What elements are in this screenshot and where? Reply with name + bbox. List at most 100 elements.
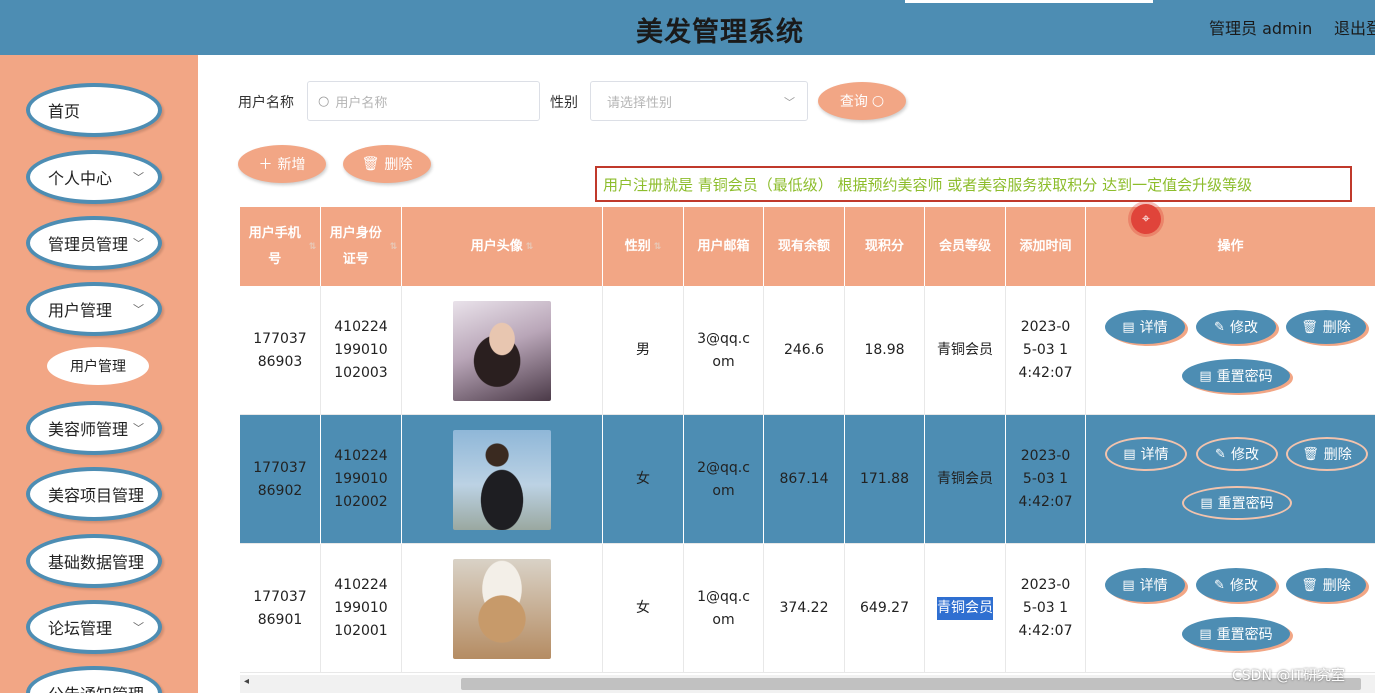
pencil-icon: ✎ (1214, 319, 1225, 335)
sidebar-item-label: 论坛管理 (48, 619, 113, 638)
chevron-down-icon: ﹀ (133, 237, 144, 250)
sidebar: 首页 个人中心 ﹀ 管理员管理 ﹀ 用户管理 ﹀ 用户管理 美容师管理 ﹀ 美容… (0, 55, 198, 693)
sidebar-item-label: 公告通知管理 (48, 681, 144, 693)
gender-select[interactable]: 请选择性别 ﹀ (590, 81, 808, 121)
cell-email: 2@qq.com (697, 459, 750, 499)
trash-icon: 🗑 (361, 156, 380, 172)
cell-id-card: 410224199010102002 (334, 448, 388, 510)
detail-button[interactable]: ▤ 详情 (1105, 568, 1185, 602)
cell-id-card: 410224199010102001 (334, 577, 388, 639)
delete-button[interactable]: 🗑 删除 (1286, 310, 1366, 344)
col-added[interactable]: 添加时间 (1006, 207, 1086, 286)
document-icon: ▤ (1199, 626, 1212, 642)
gender-label: 性别 (550, 95, 578, 111)
document-icon: ▤ (1200, 495, 1213, 511)
sidebar-item-notice[interactable]: 公告通知管理 (26, 666, 162, 693)
sidebar-item-beautician[interactable]: 美容师管理 ﹀ (26, 401, 162, 455)
header-strip (905, 0, 1153, 3)
name-search-input[interactable]: ○ 用户名称 (307, 81, 540, 121)
col-balance[interactable]: 现有余额 (764, 207, 845, 286)
cell-balance: 867.14 (779, 471, 829, 487)
delete-label: 删除 (384, 157, 413, 173)
avatar[interactable] (453, 558, 551, 659)
cell-points: 18.98 (864, 342, 905, 358)
name-placeholder: 用户名称 (335, 95, 388, 111)
sidebar-subitem-users[interactable]: 用户管理 (47, 347, 149, 385)
batch-delete-button[interactable]: 🗑 删除 (343, 145, 431, 183)
query-button[interactable]: 查询 ○ (818, 82, 906, 120)
sidebar-item-label: 管理员管理 (48, 235, 129, 254)
chevron-down-icon: ﹀ (133, 422, 144, 435)
cell-email: 3@qq.com (697, 330, 750, 370)
col-phone[interactable]: 用户手机号 ⇅ (240, 207, 321, 286)
chevron-down-icon: ﹀ (133, 171, 144, 184)
logout-link[interactable]: 退出登 (1334, 15, 1375, 39)
delete-button[interactable]: 🗑 删除 (1286, 568, 1366, 602)
sidebar-item-label: 个人中心 (48, 169, 113, 188)
edit-button[interactable]: ✎ 修改 (1196, 310, 1276, 344)
cell-phone: 17703786902 (253, 459, 307, 499)
add-button[interactable]: ＋ 新增 (238, 145, 326, 183)
pencil-icon: ✎ (1215, 446, 1226, 462)
pencil-icon: ✎ (1214, 577, 1225, 593)
sidebar-item-profile[interactable]: 个人中心 ﹀ (26, 150, 162, 204)
sort-icon: ⇅ (653, 241, 662, 252)
reset-password-button[interactable]: ▤ 重置密码 (1182, 486, 1292, 520)
edit-button[interactable]: ✎ 修改 (1196, 568, 1276, 602)
plus-icon: ＋ (258, 157, 273, 173)
chevron-down-icon: ﹀ (133, 621, 144, 634)
sidebar-item-base-data[interactable]: 基础数据管理 (26, 534, 162, 588)
sidebar-item-admin[interactable]: 管理员管理 ﹀ (26, 216, 162, 270)
table-row: 17703786902 410224199010102002 女 2@qq.co… (240, 415, 1375, 544)
sort-icon: ⇅ (308, 241, 317, 252)
document-icon: ▤ (1123, 446, 1136, 462)
sidebar-item-home[interactable]: 首页 (26, 83, 162, 137)
gender-placeholder: 请选择性别 (607, 95, 673, 111)
scrollbar-thumb[interactable] (461, 678, 1361, 690)
cell-gender: 男 (636, 342, 650, 358)
cell-points: 171.88 (860, 471, 909, 487)
cell-gender: 女 (636, 600, 650, 616)
cell-level-selected: 青铜会员 (937, 597, 993, 620)
col-level[interactable]: 会员等级 (925, 207, 1006, 286)
search-icon: ○ (318, 93, 330, 109)
horizontal-scrollbar[interactable]: ◂ (240, 675, 1375, 693)
col-points[interactable]: 现积分 (845, 207, 925, 286)
cell-points: 649.27 (860, 600, 909, 616)
document-icon: ▤ (1122, 577, 1135, 593)
col-actions: 操作 (1217, 238, 1244, 254)
current-user: 管理员 admin (1209, 19, 1313, 38)
avatar[interactable] (453, 429, 551, 530)
trash-icon: 🗑 (1302, 446, 1319, 462)
col-id-card[interactable]: 用户身份证号 ⇅ (321, 207, 402, 286)
sidebar-item-forum[interactable]: 论坛管理 ﹀ (26, 600, 162, 654)
sidebar-item-users[interactable]: 用户管理 ﹀ (26, 282, 162, 336)
sidebar-item-label: 基础数据管理 (48, 553, 145, 572)
document-icon: ▤ (1122, 319, 1135, 335)
sidebar-item-projects[interactable]: 美容项目管理 (26, 467, 162, 521)
cell-email: 1@qq.com (697, 588, 750, 628)
add-label: 新增 (277, 157, 306, 173)
notice-banner: 用户注册就是 青铜会员（最低级） 根据预约美容师 或者美容服务获取积分 达到一定… (595, 166, 1352, 202)
chevron-down-icon: ﹀ (133, 303, 144, 316)
trash-icon: 🗑 (1301, 577, 1318, 593)
name-label: 用户名称 (238, 95, 294, 111)
col-email[interactable]: 用户邮箱 (684, 207, 764, 286)
chevron-down-icon: ﹀ (784, 96, 795, 109)
delete-button[interactable]: 🗑 删除 (1286, 437, 1368, 471)
cell-balance: 246.6 (783, 342, 825, 358)
sidebar-item-label: 用户管理 (48, 301, 113, 320)
avatar[interactable] (453, 300, 551, 401)
edit-button[interactable]: ✎ 修改 (1196, 437, 1278, 471)
reset-password-button[interactable]: ▤ 重置密码 (1182, 359, 1290, 393)
col-avatar[interactable]: 用户头像 ⇅ (402, 207, 603, 286)
cell-phone: 17703786903 (253, 330, 307, 370)
detail-button[interactable]: ▤ 详情 (1105, 437, 1187, 471)
cell-phone: 17703786901 (253, 588, 307, 628)
scroll-left-icon[interactable]: ◂ (244, 676, 249, 687)
detail-button[interactable]: ▤ 详情 (1105, 310, 1185, 344)
reset-password-button[interactable]: ▤ 重置密码 (1182, 617, 1290, 651)
table-row: 17703786903 410224199010102003 男 3@qq.co… (240, 286, 1375, 415)
col-gender[interactable]: 性别 ⇅ (603, 207, 684, 286)
search-icon: ○ (871, 93, 885, 109)
